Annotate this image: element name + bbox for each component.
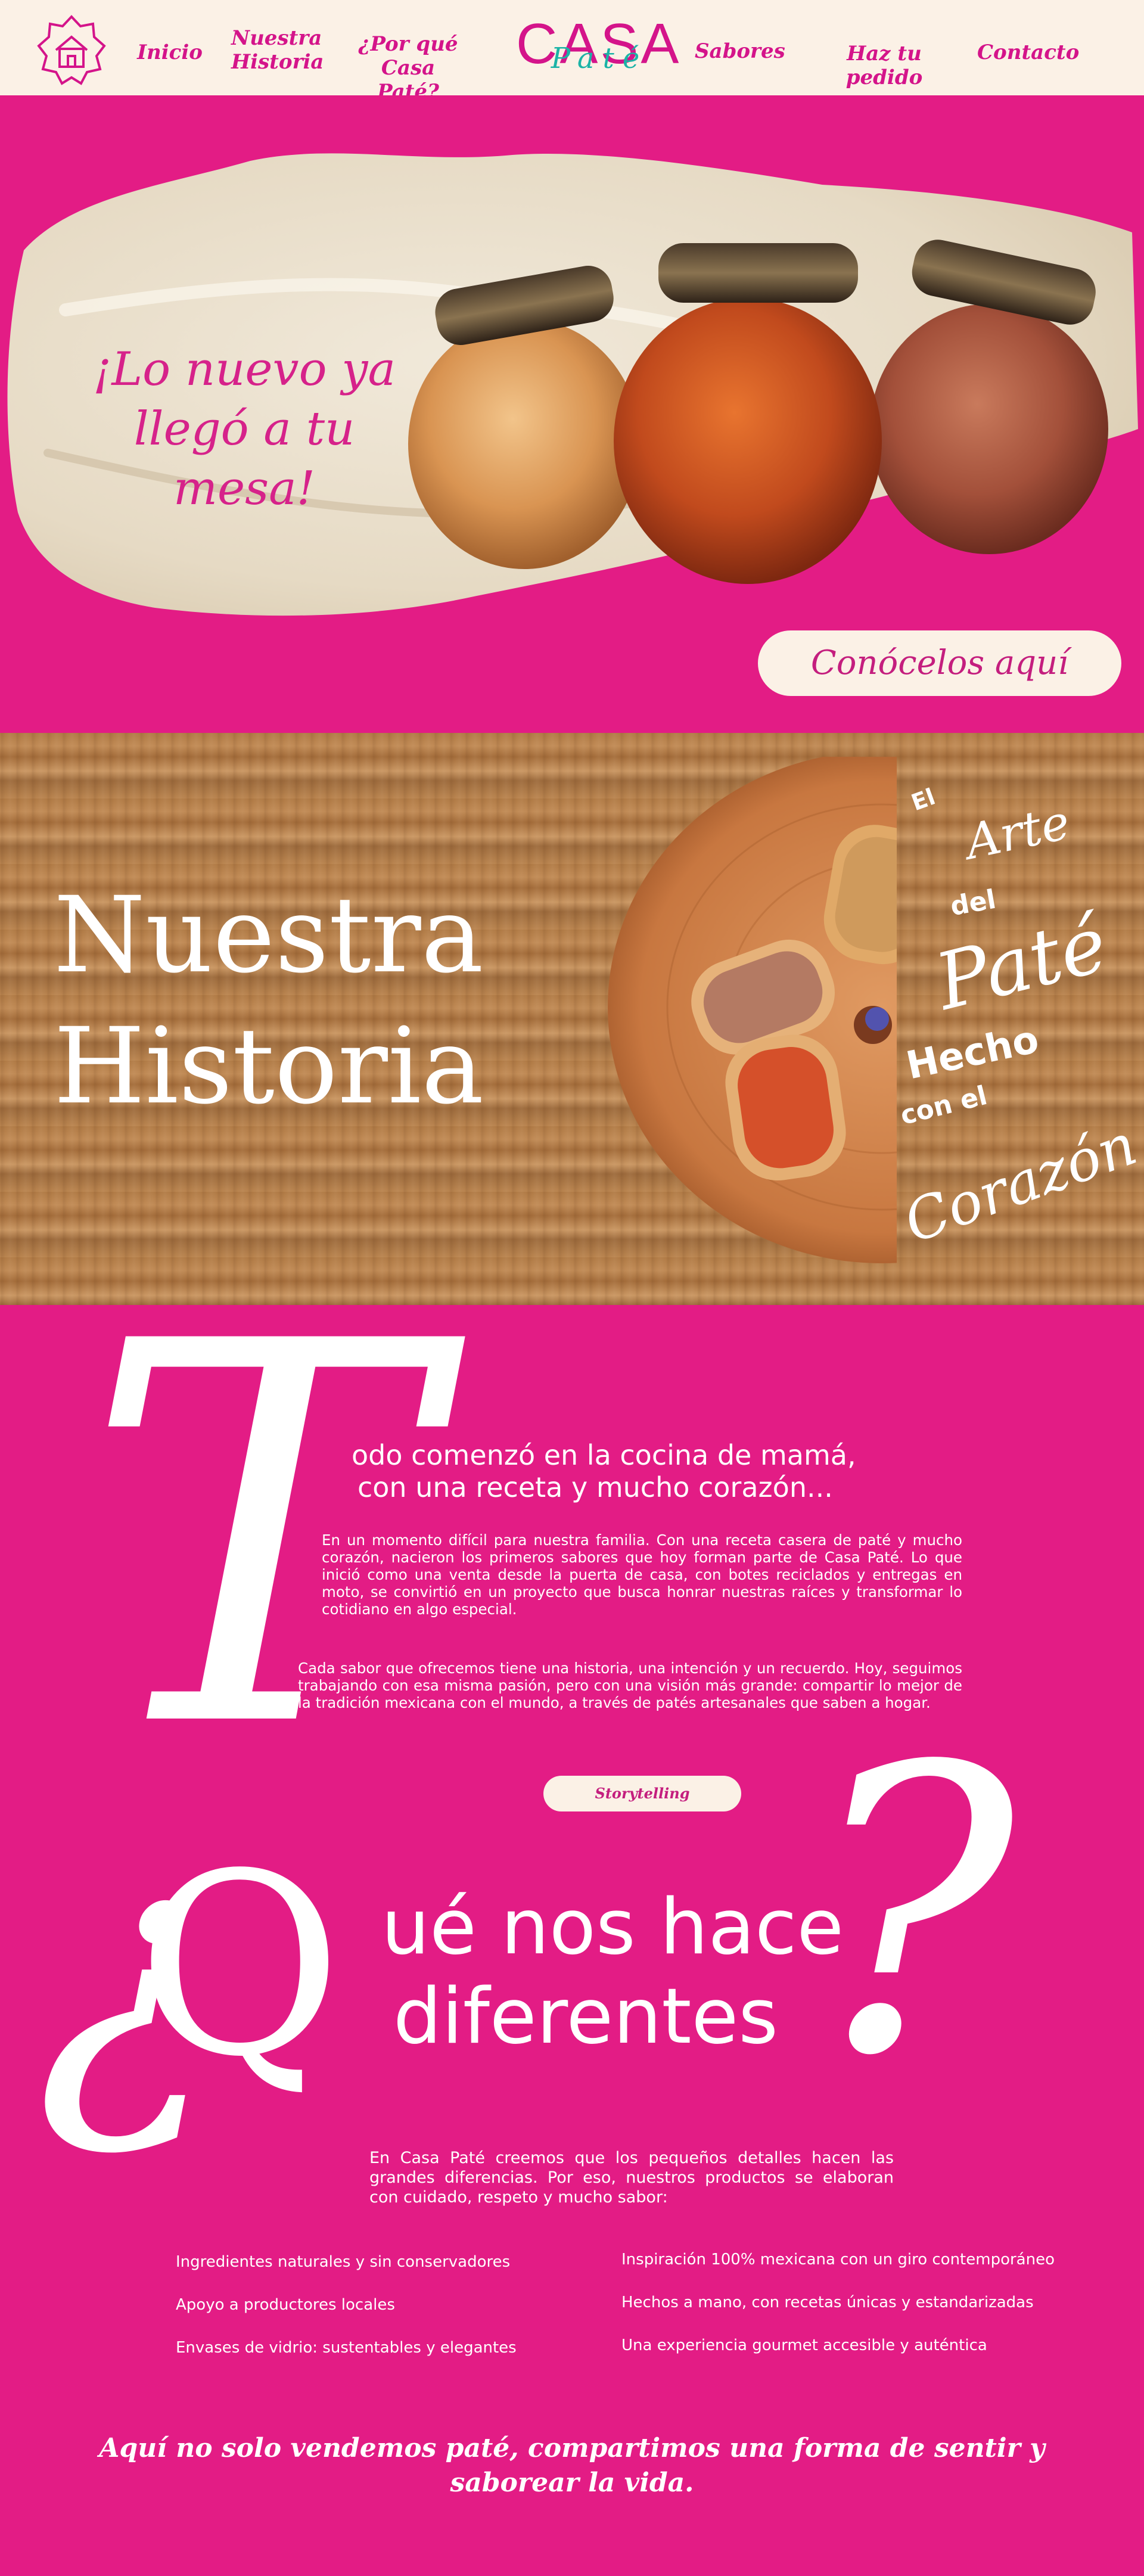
nav-link-por-que-casa-pate[interactable]: ¿Por qué Casa Paté? <box>352 32 465 104</box>
closing-line: saborear la vida. <box>450 2468 694 2498</box>
nav-link-haz-tu-pedido[interactable]: Haz tu pedido <box>813 42 956 89</box>
different-intro: En Casa Paté creemos que los pequeños de… <box>369 2149 894 2207</box>
history-title: Nuestra Historia <box>54 870 530 1132</box>
list-item: Envases de vidrio: sustentables y elegan… <box>176 2339 517 2357</box>
lettering-word: del <box>948 884 999 922</box>
house-icon[interactable] <box>35 13 108 87</box>
story-lead: odo comenzó en la cocina de mamá, con un… <box>352 1439 947 1503</box>
list-item: Una experiencia gourmet accesible y auté… <box>621 2336 987 2354</box>
conocelos-aqui-button[interactable]: Conócelos aquí <box>758 630 1121 696</box>
close-question-mark: ? <box>804 1683 1015 2142</box>
nav-link-nuestra-historia[interactable]: Nuestra Historia <box>231 26 324 74</box>
history-title-line: Nuestra <box>54 874 484 996</box>
hero-headline-line: llegó a tu mesa! <box>133 402 355 515</box>
top-navigation: Inicio Nuestra Historia ¿Por qué Casa Pa… <box>0 0 1144 104</box>
lettering-word: Arte <box>960 794 1075 871</box>
cta-label: Conócelos aquí <box>810 644 1069 682</box>
list-item: Ingredientes naturales y sin conservador… <box>176 2253 511 2271</box>
lettering-word: Hecho <box>902 1017 1043 1089</box>
list-item: Apoyo a productores locales <box>176 2296 395 2314</box>
closing-line: Aquí no solo vendemos paté, compartimos … <box>99 2433 1045 2463</box>
casa-pate-logo[interactable]: CASA Paté <box>516 12 679 83</box>
nav-link-contacto[interactable]: Contacto <box>977 41 1079 64</box>
arte-del-pate-lettering: El Arte del Paté Hecho con el Corazón <box>896 781 1144 1257</box>
list-item: Inspiración 100% mexicana con un giro co… <box>621 2251 1055 2269</box>
story-paragraph-1: En un momento difícil para nuestra famil… <box>322 1531 962 1618</box>
nav-link-sabores[interactable]: Sabores <box>695 39 785 63</box>
nav-link-label: Historia <box>231 50 324 74</box>
nav-link-label: ¿Por qué <box>358 32 458 56</box>
storytelling-tag[interactable]: Storytelling <box>543 1776 741 1811</box>
story-lead-line: odo comenzó en la cocina de mamá, <box>352 1439 856 1471</box>
history-banner: Nuestra Historia El Arte del Paté Hecho … <box>0 733 1144 1305</box>
closing-statement: Aquí no solo vendemos paté, compartimos … <box>95 2431 1049 2500</box>
nav-link-label: Nuestra <box>231 26 322 50</box>
story-dropcap: T <box>83 1232 433 1842</box>
features-left-list: Ingredientes naturales y sin conservador… <box>176 2252 593 2381</box>
hero-headline-line: ¡Lo nuevo ya <box>93 343 396 396</box>
features-right-list: Inspiración 100% mexicana con un giro co… <box>621 2250 1122 2379</box>
hero-headline: ¡Lo nuevo ya llegó a tu mesa! <box>60 340 429 518</box>
list-item: Hechos a mano, con recetas únicas y esta… <box>621 2294 1034 2311</box>
nav-link-inicio[interactable]: Inicio <box>137 41 203 64</box>
logo-script: Paté <box>551 42 648 75</box>
story-lead-line: con una receta y mucho corazón... <box>358 1471 833 1503</box>
lettering-word: El <box>907 783 939 816</box>
hero-section: ¡Lo nuevo ya llegó a tu mesa! Conócelos … <box>0 95 1144 733</box>
history-title-line: Historia <box>54 1005 484 1127</box>
storytelling-label: Storytelling <box>595 1785 690 1802</box>
